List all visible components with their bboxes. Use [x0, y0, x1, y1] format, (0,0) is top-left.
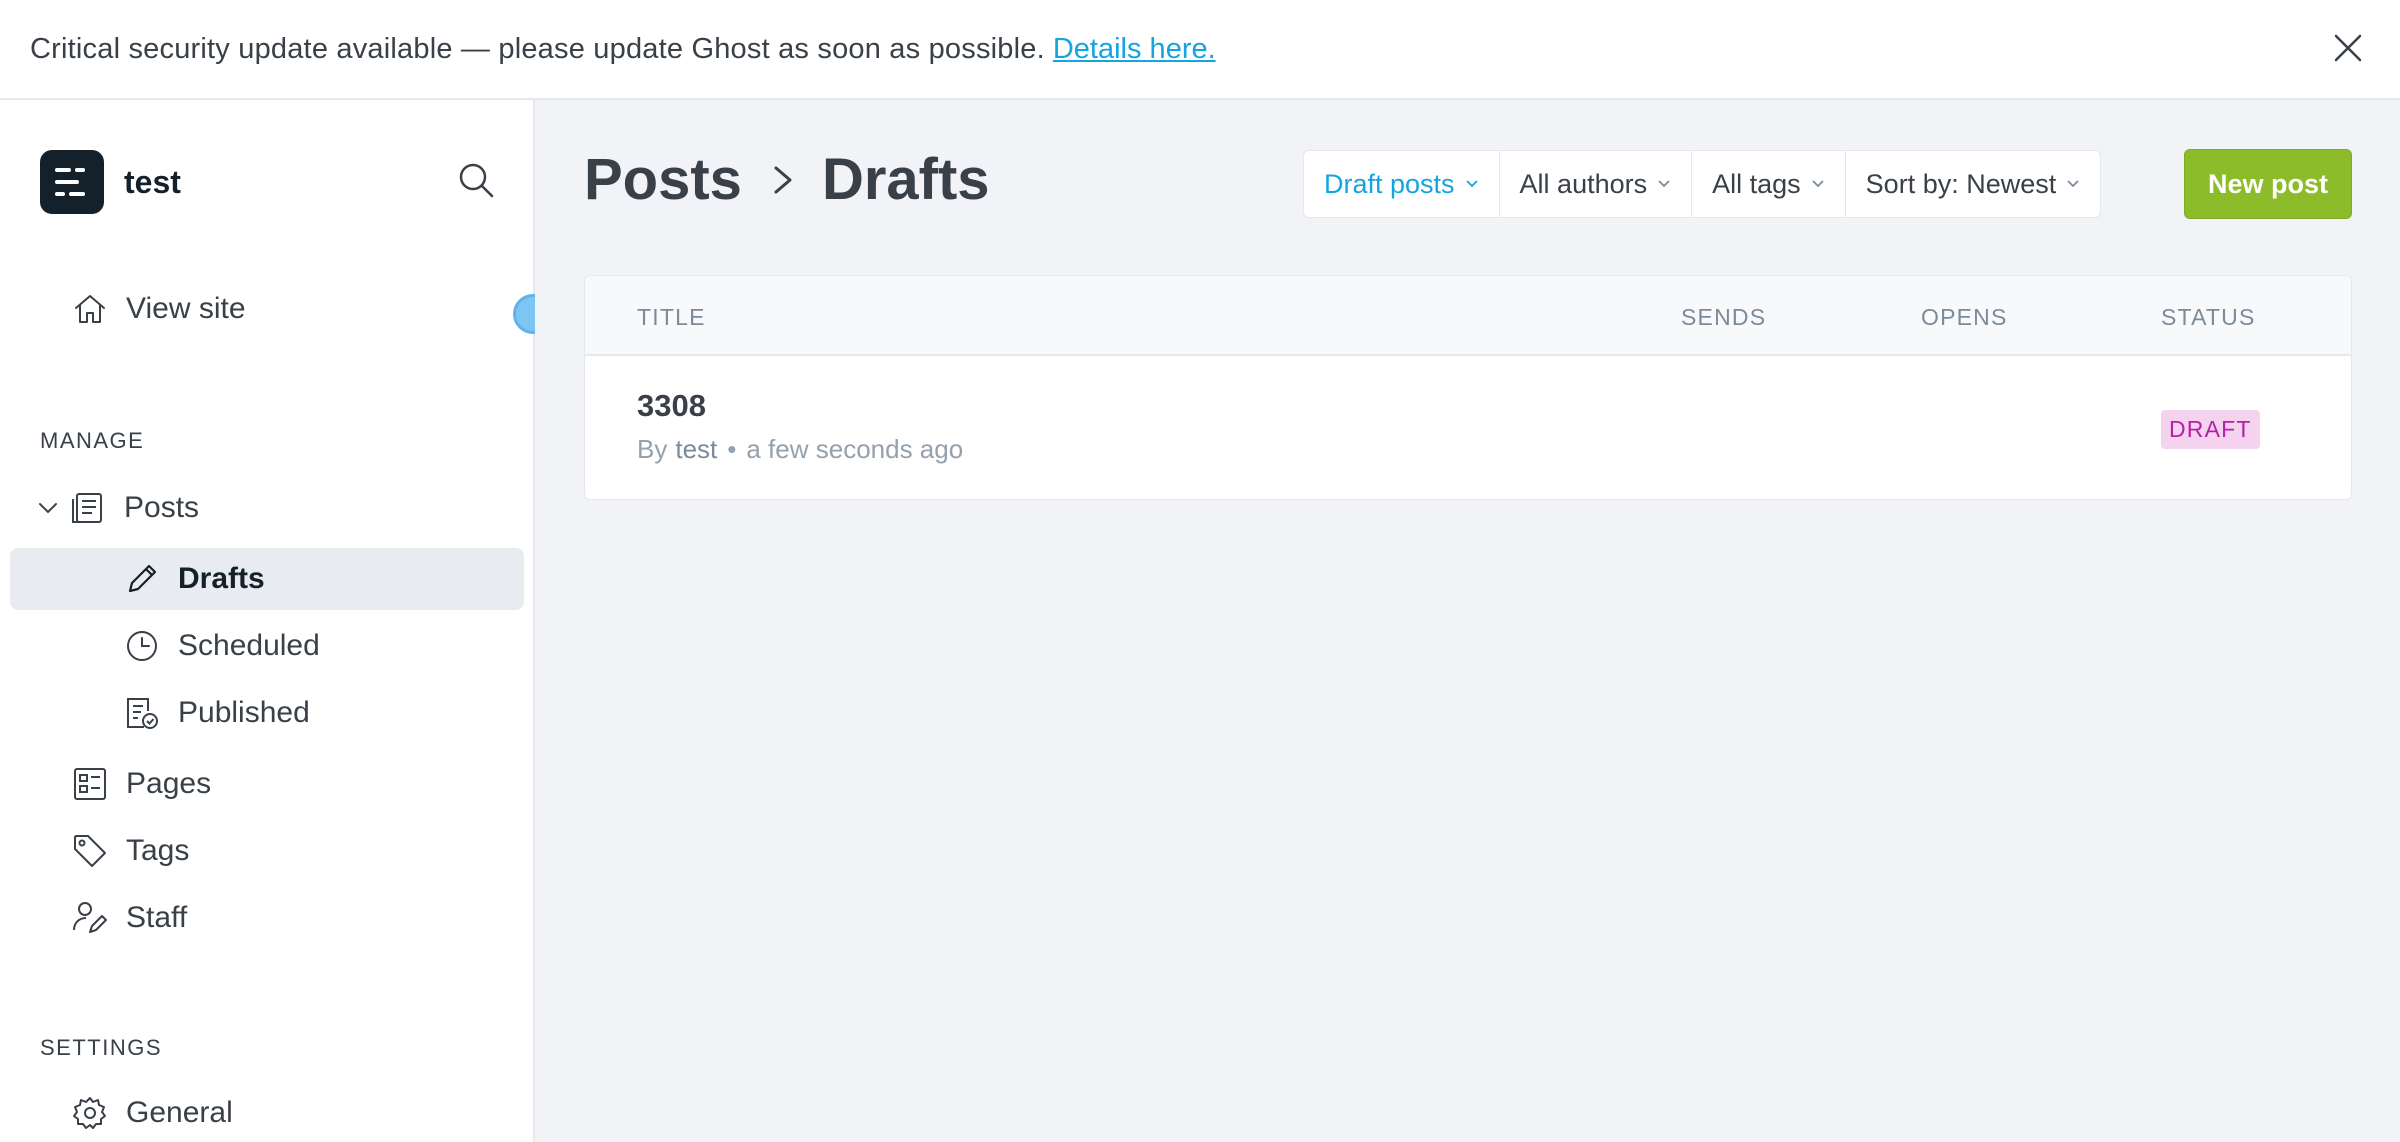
- post-filters: Draft posts All authors All tags Sort by…: [1303, 150, 2102, 218]
- filter-authors-dropdown[interactable]: All authors: [1500, 151, 1693, 217]
- post-by-label: By: [637, 434, 668, 464]
- column-header-title[interactable]: TITLE: [637, 304, 706, 331]
- pages-icon: [74, 768, 106, 800]
- breadcrumb-posts-link[interactable]: Posts: [584, 146, 742, 213]
- sidebar-item-staff[interactable]: Staff: [72, 900, 187, 936]
- main-content: Posts Drafts Draft posts All authors All…: [535, 100, 2400, 1142]
- chevron-down-icon: [2067, 180, 2079, 188]
- filter-authors-label: All authors: [1519, 168, 1648, 199]
- sidebar-item-posts[interactable]: Posts: [36, 490, 199, 526]
- filter-tags-label: All tags: [1712, 168, 1801, 199]
- chevron-down-icon: [1812, 180, 1824, 188]
- sidebar-item-tags[interactable]: Tags: [72, 833, 189, 869]
- chevron-down-icon: [1658, 180, 1670, 188]
- column-header-sends[interactable]: SENDS: [1681, 304, 1766, 331]
- clock-icon: [127, 631, 157, 661]
- settings-heading: SETTINGS: [40, 1035, 163, 1060]
- sidebar: test View site MANAGE Posts Drafts Sched…: [0, 100, 535, 1142]
- home-icon: [75, 295, 105, 323]
- ghost-logo-icon: [40, 150, 104, 214]
- chevron-right-icon: [768, 162, 798, 198]
- post-author: test: [675, 434, 718, 464]
- sidebar-item-scheduled[interactable]: Scheduled: [124, 628, 320, 664]
- sidebar-item-view-site[interactable]: View site: [72, 291, 246, 327]
- sidebar-item-pages[interactable]: Pages: [72, 766, 211, 802]
- chevron-down-icon: [39, 503, 57, 514]
- tag-icon: [74, 835, 106, 867]
- sidebar-item-general[interactable]: General: [72, 1095, 233, 1131]
- sidebar-item-label: General: [126, 1096, 233, 1129]
- table-header: TITLE SENDS OPENS STATUS: [585, 276, 2351, 356]
- post-time: a few seconds ago: [746, 434, 964, 464]
- active-item-highlight: [10, 548, 524, 610]
- sidebar-item-label: Drafts: [178, 562, 265, 595]
- site-name: test: [124, 163, 181, 200]
- posts-icon: [72, 493, 102, 523]
- sidebar-item-label: Staff: [126, 901, 188, 934]
- sidebar-item-label: Tags: [126, 834, 190, 867]
- filter-tags-dropdown[interactable]: All tags: [1692, 151, 1846, 217]
- sidebar-item-label: Pages: [126, 767, 212, 800]
- column-header-opens[interactable]: OPENS: [1921, 304, 2008, 331]
- search-button[interactable]: [456, 160, 496, 200]
- sidebar-item-label: Scheduled: [178, 629, 320, 662]
- status-badge: DRAFT: [2161, 410, 2260, 449]
- sort-dropdown[interactable]: Sort by: Newest: [1846, 151, 2101, 217]
- published-icon: [127, 698, 158, 729]
- security-update-banner: Critical security update available — ple…: [0, 0, 2400, 100]
- filter-type-dropdown[interactable]: Draft posts: [1304, 151, 1500, 217]
- staff-icon: [73, 902, 107, 933]
- sidebar-item-published[interactable]: Published: [124, 695, 310, 731]
- sort-label: Sort by: Newest: [1865, 168, 2057, 199]
- post-title: 3308: [637, 388, 706, 423]
- sidebar-item-drafts[interactable]: Drafts: [124, 561, 265, 597]
- sidebar-item-label: View site: [126, 292, 246, 325]
- banner-close-button[interactable]: [2330, 30, 2366, 66]
- column-header-status[interactable]: STATUS: [2161, 304, 2256, 331]
- gear-icon: [73, 1097, 106, 1129]
- page-title: Drafts: [821, 147, 990, 212]
- close-icon: [2334, 34, 2362, 62]
- chevron-down-icon: [1465, 180, 1478, 188]
- sidebar-item-label: Posts: [124, 491, 200, 524]
- banner-details-link[interactable]: Details here.: [1053, 33, 1216, 66]
- filter-type-label: Draft posts: [1324, 168, 1455, 199]
- meta-separator: •: [727, 434, 737, 464]
- search-icon: [459, 163, 494, 198]
- table-row[interactable]: 3308 By test • a few seconds ago DRAFT: [585, 356, 2351, 499]
- posts-table: TITLE SENDS OPENS STATUS 3308 By test • …: [584, 275, 2352, 500]
- site-brand[interactable]: test: [40, 150, 181, 214]
- post-meta: By test • a few seconds ago: [637, 434, 963, 465]
- pencil-icon: [128, 564, 157, 593]
- sidebar-item-label: Published: [178, 696, 310, 729]
- banner-message: Critical security update available — ple…: [30, 32, 1045, 65]
- new-post-button[interactable]: New post: [2184, 149, 2352, 219]
- breadcrumb: Posts Drafts: [584, 146, 990, 213]
- manage-heading: MANAGE: [40, 428, 145, 453]
